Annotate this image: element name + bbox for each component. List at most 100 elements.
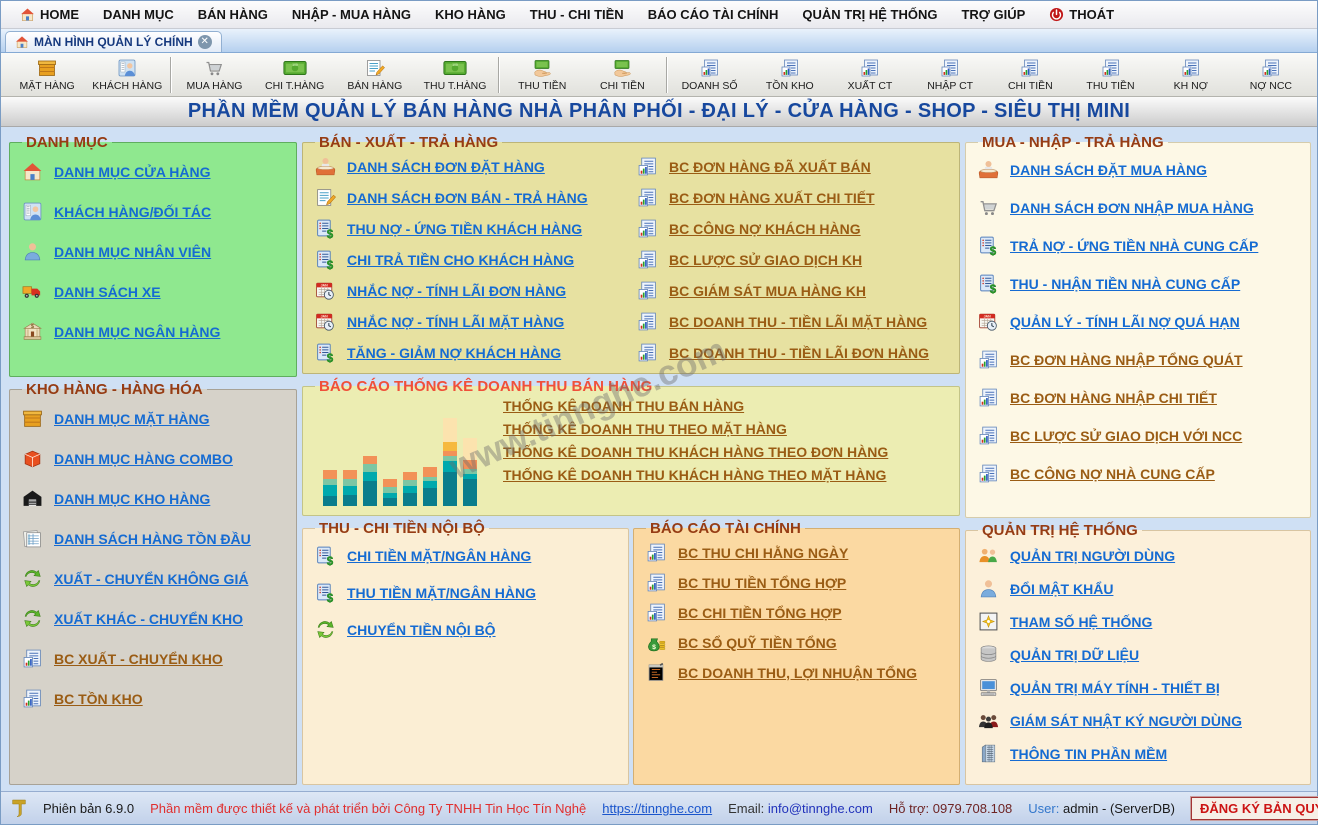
toolbar-button-xuat-ct-10[interactable]: XUẤT CT xyxy=(830,55,910,94)
link-label[interactable]: BC DOANH THU, LỢI NHUẬN TỔNG xyxy=(678,665,917,681)
close-icon[interactable]: ✕ xyxy=(198,35,212,49)
panel-link-danh-sach-xe[interactable]: DANH SÁCH XE xyxy=(20,281,288,302)
panel-link-thong-ke-doanh-thu-theo-mat-hang[interactable]: THỐNG KÊ DOANH THU THEO MẶT HÀNG xyxy=(503,421,951,437)
link-label[interactable]: THAM SỐ HỆ THỐNG xyxy=(1010,614,1152,630)
panel-link-bc-luoc-su-giao-dich-voi-ncc[interactable]: BC LƯỢC SỬ GIAO DỊCH VỚI NCC xyxy=(976,425,1302,446)
link-label[interactable]: BC DOANH THU - TIỀN LÃI MẶT HÀNG xyxy=(669,314,927,330)
toolbar-button-khach-hang-1[interactable]: KHÁCH HÀNG xyxy=(87,55,167,94)
link-label[interactable]: CHI TRẢ TIỀN CHO KHÁCH HÀNG xyxy=(347,252,574,268)
menu-item-danh-muc[interactable]: DANH MỤC xyxy=(92,4,185,25)
link-label[interactable]: GIÁM SÁT NHẬT KÝ NGƯỜI DÙNG xyxy=(1010,713,1242,729)
link-label[interactable]: BC XUẤT - CHUYỂN KHO xyxy=(54,651,223,667)
panel-link-danh-muc-nhan-vien[interactable]: DANH MỤC NHÂN VIÊN xyxy=(20,241,288,262)
panel-link-giam-sat-nhat-ky-nguoi-dung[interactable]: GIÁM SÁT NHẬT KÝ NGƯỜI DÙNG xyxy=(976,710,1302,731)
panel-link-nhac-no-tinh-lai-don-hang[interactable]: JANNHẮC NỢ - TÍNH LÃI ĐƠN HÀNG xyxy=(313,280,629,301)
panel-link-bc-chi-tien-tong-hop[interactable]: BC CHI TIỀN TỔNG HỢP xyxy=(644,602,951,623)
toolbar-button-mat-hang-0[interactable]: MẶT HÀNG xyxy=(7,55,87,94)
panel-link-bc-don-hang-nhap-chi-tiet[interactable]: BC ĐƠN HÀNG NHẬP CHI TIẾT xyxy=(976,387,1302,408)
panel-link-bc-cong-no-nha-cung-cap[interactable]: BC CÔNG NỢ NHÀ CUNG CẤP xyxy=(976,463,1302,484)
register-license-button[interactable]: ĐĂNG KÝ BẢN QUYỀN xyxy=(1191,797,1318,820)
panel-link-danh-sach-dat-mua-hang[interactable]: DANH SÁCH ĐẶT MUA HÀNG xyxy=(976,159,1302,180)
link-label[interactable]: KHÁCH HÀNG/ĐỐI TÁC xyxy=(54,204,211,220)
panel-link-doi-mat-khau[interactable]: ĐỔI MẬT KHẨU xyxy=(976,578,1302,599)
link-label[interactable]: QUẢN TRỊ MÁY TÍNH - THIẾT BỊ xyxy=(1010,680,1220,696)
panel-link-nhac-no-tinh-lai-mat-hang[interactable]: JANNHẮC NỢ - TÍNH LÃI MẶT HÀNG xyxy=(313,311,629,332)
toolbar-button-chi-tien-12[interactable]: CHI TIỀN xyxy=(990,55,1070,94)
link-label[interactable]: BC TỒN KHO xyxy=(54,691,143,707)
link-label[interactable]: DANH SÁCH HÀNG TỒN ĐẦU xyxy=(54,531,251,547)
link-label[interactable]: BC DOANH THU - TIỀN LÃI ĐƠN HÀNG xyxy=(669,345,929,361)
panel-link-thong-ke-doanh-thu-khach-hang-theo-don-hang[interactable]: THỐNG KÊ DOANH THU KHÁCH HÀNG THEO ĐƠN H… xyxy=(503,444,951,460)
website-link[interactable]: https://tinnghe.com xyxy=(602,801,712,816)
link-label[interactable]: BC ĐƠN HÀNG XUẤT CHI TIẾT xyxy=(669,190,875,206)
link-label[interactable]: XUẤT KHÁC - CHUYỂN KHO xyxy=(54,611,243,627)
link-label[interactable]: BC CHI TIỀN TỔNG HỢP xyxy=(678,605,842,621)
panel-link-bc-don-hang-xuat-chi-tiet[interactable]: BC ĐƠN HÀNG XUẤT CHI TIẾT xyxy=(635,187,951,208)
menu-item-kho-hang[interactable]: KHO HÀNG xyxy=(424,4,517,25)
link-label[interactable]: THỐNG KÊ DOANH THU KHÁCH HÀNG THEO MẶT H… xyxy=(503,467,886,483)
link-label[interactable]: DANH MỤC HÀNG COMBO xyxy=(54,451,233,467)
panel-link-danh-muc-mat-hang[interactable]: DANH MỤC MẶT HÀNG xyxy=(20,408,288,429)
link-label[interactable]: BC SỔ QUỸ TIỀN TỔNG xyxy=(678,635,837,651)
link-label[interactable]: NHẮC NỢ - TÍNH LÃI ĐƠN HÀNG xyxy=(347,283,566,299)
panel-link-bc-doanh-thu-tien-lai-mat-hang[interactable]: BC DOANH THU - TIỀN LÃI MẶT HÀNG xyxy=(635,311,951,332)
panel-link-thong-tin-phan-mem[interactable]: THÔNG TIN PHẦN MỀM xyxy=(976,743,1302,764)
panel-link-danh-sach-hang-ton-dau[interactable]: DANH SÁCH HÀNG TỒN ĐẦU xyxy=(20,528,288,549)
panel-link-chi-tien-mat-ngan-hang[interactable]: $CHI TIỀN MẶT/NGÂN HÀNG xyxy=(313,545,620,566)
link-label[interactable]: DANH MỤC MẶT HÀNG xyxy=(54,411,210,427)
link-label[interactable]: THU - NHẬN TIỀN NHÀ CUNG CẤP xyxy=(1010,276,1240,292)
link-label[interactable]: BC CÔNG NỢ KHÁCH HÀNG xyxy=(669,221,861,237)
panel-link-bc-xuat-chuyen-kho[interactable]: BC XUẤT - CHUYỂN KHO xyxy=(20,648,288,669)
link-label[interactable]: NHẮC NỢ - TÍNH LÃI MẶT HÀNG xyxy=(347,314,564,330)
panel-link-xuat-chuyen-khong-gia[interactable]: XUẤT - CHUYỂN KHÔNG GIÁ xyxy=(20,568,288,589)
link-label[interactable]: DANH MỤC NHÂN VIÊN xyxy=(54,244,211,260)
panel-link-thu-nhan-tien-nha-cung-cap[interactable]: $THU - NHẬN TIỀN NHÀ CUNG CẤP xyxy=(976,273,1302,294)
toolbar-button-chi-tien-7[interactable]: CHI TIỀN xyxy=(582,55,662,94)
panel-link-bc-thu-chi-hang-ngay[interactable]: BC THU CHI HẰNG NGÀY xyxy=(644,542,951,563)
link-label[interactable]: THU NỢ - ỨNG TIỀN KHÁCH HÀNG xyxy=(347,221,582,237)
toolbar-button-ton-kho-9[interactable]: TỒN KHO xyxy=(750,55,830,94)
link-label[interactable]: THỐNG KÊ DOANH THU BÁN HÀNG xyxy=(503,398,744,414)
link-label[interactable]: ĐỔI MẬT KHẨU xyxy=(1010,581,1113,597)
link-label[interactable]: BC LƯỢC SỬ GIAO DỊCH KH xyxy=(669,252,862,268)
panel-link-bc-giam-sat-mua-hang-kh[interactable]: BC GIÁM SÁT MUA HÀNG KH xyxy=(635,280,951,301)
panel-link-danh-sach-don-nhap-mua-hang[interactable]: DANH SÁCH ĐƠN NHẬP MUA HÀNG xyxy=(976,197,1302,218)
link-label[interactable]: THỐNG KÊ DOANH THU THEO MẶT HÀNG xyxy=(503,421,787,437)
menu-item-thoat[interactable]: THOÁT xyxy=(1038,4,1125,25)
link-label[interactable]: QUẢN TRỊ NGƯỜI DÙNG xyxy=(1010,548,1175,564)
menu-item-home[interactable]: HOME xyxy=(9,4,90,25)
panel-link-thu-no-ung-tien-khach-hang[interactable]: $THU NỢ - ỨNG TIỀN KHÁCH HÀNG xyxy=(313,218,629,239)
panel-link-danh-muc-hang-combo[interactable]: DANH MỤC HÀNG COMBO xyxy=(20,448,288,469)
toolbar-button-mua-hang-2[interactable]: MUA HÀNG xyxy=(174,55,254,94)
link-label[interactable]: THỐNG KÊ DOANH THU KHÁCH HÀNG THEO ĐƠN H… xyxy=(503,444,888,460)
panel-link-danh-sach-don-dat-hang[interactable]: DANH SÁCH ĐƠN ĐẶT HÀNG xyxy=(313,156,629,177)
link-label[interactable]: DANH SÁCH ĐƠN NHẬP MUA HÀNG xyxy=(1010,200,1254,216)
toolbar-button-no-ncc-15[interactable]: NỢ NCC xyxy=(1231,55,1311,94)
panel-link-bc-don-hang-da-xuat-ban[interactable]: BC ĐƠN HÀNG ĐÃ XUẤT BÁN xyxy=(635,156,951,177)
toolbar-button-thu-tien-13[interactable]: THU TIỀN xyxy=(1070,55,1150,94)
link-label[interactable]: DANH SÁCH ĐẶT MUA HÀNG xyxy=(1010,162,1207,178)
panel-link-tham-so-he-thong[interactable]: THAM SỐ HỆ THỐNG xyxy=(976,611,1302,632)
link-label[interactable]: QUẢN TRỊ DỮ LIỆU xyxy=(1010,647,1139,663)
panel-link-bc-ton-kho[interactable]: BC TỒN KHO xyxy=(20,688,288,709)
panel-link-tang-giam-no-khach-hang[interactable]: $TĂNG - GIẢM NỢ KHÁCH HÀNG xyxy=(313,342,629,363)
link-label[interactable]: BC ĐƠN HÀNG ĐÃ XUẤT BÁN xyxy=(669,159,871,175)
menu-item-ban-hang[interactable]: BÁN HÀNG xyxy=(187,4,279,25)
panel-link-tra-no-ung-tien-nha-cung-cap[interactable]: $TRẢ NỢ - ỨNG TIỀN NHÀ CUNG CẤP xyxy=(976,235,1302,256)
panel-link-chi-tra-tien-cho-khach-hang[interactable]: $CHI TRẢ TIỀN CHO KHÁCH HÀNG xyxy=(313,249,629,270)
link-label[interactable]: CHUYỂN TIỀN NỘI BỘ xyxy=(347,622,496,638)
panel-link-thu-tien-mat-ngan-hang[interactable]: $THU TIỀN MẶT/NGÂN HÀNG xyxy=(313,582,620,603)
panel-link-danh-muc-kho-hang[interactable]: DANH MỤC KHO HÀNG xyxy=(20,488,288,509)
link-label[interactable]: BC ĐƠN HÀNG NHẬP CHI TIẾT xyxy=(1010,390,1217,406)
menu-item-nhap-mua-hang[interactable]: NHẬP - MUA HÀNG xyxy=(281,4,422,25)
link-label[interactable]: THU TIỀN MẶT/NGÂN HÀNG xyxy=(347,585,536,601)
link-label[interactable]: TRẢ NỢ - ỨNG TIỀN NHÀ CUNG CẤP xyxy=(1010,238,1258,254)
panel-link-xuat-khac-chuyen-kho[interactable]: XUẤT KHÁC - CHUYỂN KHO xyxy=(20,608,288,629)
panel-link-bc-doanh-thu-tien-lai-don-hang[interactable]: BC DOANH THU - TIỀN LÃI ĐƠN HÀNG xyxy=(635,342,951,363)
menu-item-quan-tri-he-thong[interactable]: QUẢN TRỊ HỆ THỐNG xyxy=(791,4,948,25)
panel-link-quan-tri-may-tinh-thiet-bi[interactable]: QUẢN TRỊ MÁY TÍNH - THIẾT BỊ xyxy=(976,677,1302,698)
panel-link-bc-don-hang-nhap-tong-quat[interactable]: BC ĐƠN HÀNG NHẬP TỔNG QUÁT xyxy=(976,349,1302,370)
link-label[interactable]: QUẢN LÝ - TÍNH LÃI NỢ QUÁ HẠN xyxy=(1010,314,1240,330)
toolbar-button-chi-t-hang-3[interactable]: 100CHI T.HÀNG xyxy=(255,55,335,94)
panel-link-khach-hang-doi-tac[interactable]: KHÁCH HÀNG/ĐỐI TÁC xyxy=(20,201,288,222)
